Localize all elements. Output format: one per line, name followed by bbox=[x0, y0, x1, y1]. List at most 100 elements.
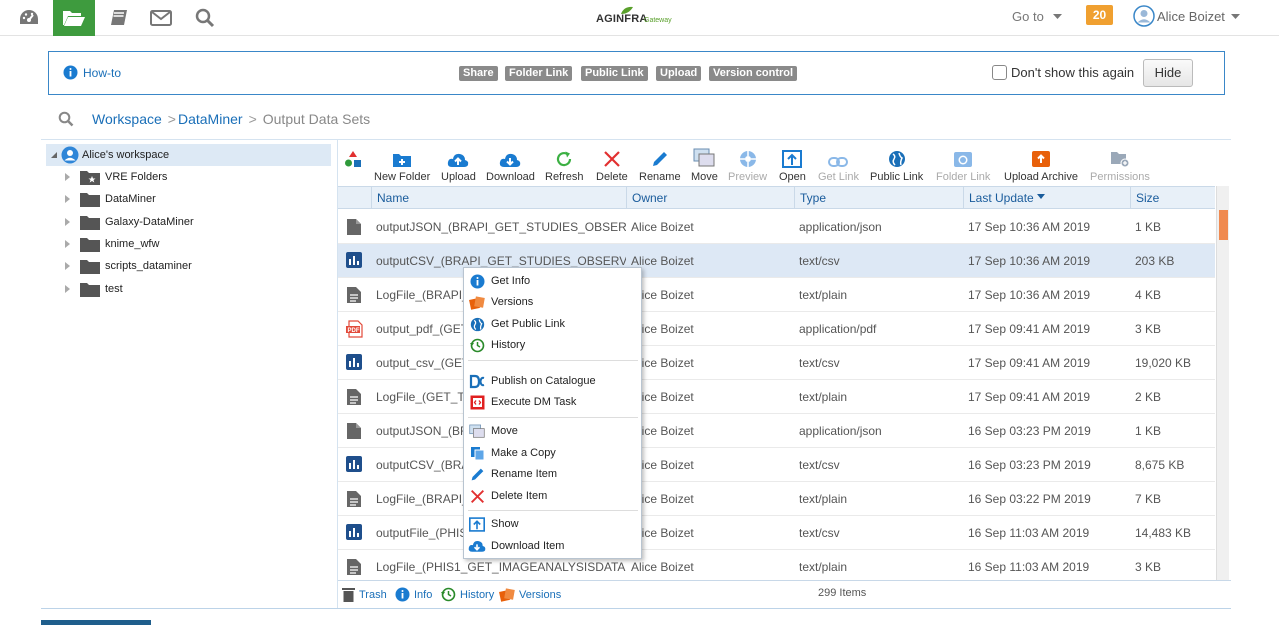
cell-type: text/csv bbox=[799, 356, 840, 370]
table-scrollbar[interactable] bbox=[1216, 186, 1229, 580]
breadcrumb-dataminer[interactable]: DataMiner bbox=[178, 111, 243, 127]
preview-button[interactable]: Preview bbox=[728, 144, 767, 183]
versions-icon bbox=[468, 295, 486, 310]
cell-type: application/json bbox=[799, 424, 882, 438]
notification-badge[interactable]: 20 bbox=[1086, 5, 1113, 25]
menu-item-download[interactable]: Download Item bbox=[468, 536, 638, 556]
menu-item-show[interactable]: Show bbox=[468, 514, 638, 534]
folder-link-button[interactable]: Folder Link bbox=[936, 144, 990, 183]
howto-tag-upload[interactable]: Upload bbox=[656, 66, 702, 81]
howto-tag-share[interactable]: Share bbox=[459, 66, 498, 81]
public-link-button[interactable]: Public Link bbox=[870, 144, 923, 183]
delete-button[interactable]: Delete bbox=[596, 144, 628, 183]
permissions-button[interactable]: Permissions bbox=[1090, 144, 1150, 183]
table-row[interactable]: outputJSON_(BRAPI_GET_STUDIES_OBSER... Al… bbox=[338, 210, 1215, 244]
search-icon[interactable] bbox=[58, 111, 74, 127]
upload-button[interactable]: Upload bbox=[441, 144, 476, 183]
book-icon[interactable] bbox=[98, 0, 140, 36]
chevron-down-icon[interactable] bbox=[1053, 14, 1062, 19]
tree-item-vre-folders[interactable]: VRE Folders bbox=[65, 167, 167, 187]
tree-item-scripts-dataminer[interactable]: scripts_dataminer bbox=[65, 256, 192, 276]
download-button[interactable]: Download bbox=[486, 144, 535, 183]
expand-triangle-icon[interactable] bbox=[65, 262, 70, 270]
hide-button[interactable]: Hide bbox=[1143, 59, 1193, 87]
howto-tag-folder-link[interactable]: Folder Link bbox=[505, 66, 573, 81]
expand-triangle-icon[interactable] bbox=[49, 150, 59, 160]
dashboard-icon[interactable] bbox=[8, 0, 50, 36]
menu-item-label: Execute DM Task bbox=[491, 396, 577, 408]
refresh-button[interactable]: Refresh bbox=[545, 144, 584, 183]
new-folder-button[interactable]: New Folder bbox=[374, 144, 430, 183]
menu-item-history[interactable]: History bbox=[468, 335, 638, 355]
tree-item-test[interactable]: test bbox=[65, 279, 123, 299]
cell-owner: Alice Boizet bbox=[631, 424, 694, 438]
menu-item-label: Move bbox=[491, 425, 518, 437]
user-name[interactable]: Alice Boizet bbox=[1157, 9, 1225, 24]
svg-text:PDF: PDF bbox=[348, 328, 360, 334]
info-label: Info bbox=[414, 588, 433, 601]
avatar[interactable] bbox=[1133, 5, 1155, 27]
menu-item-versions[interactable]: Versions bbox=[468, 292, 638, 312]
cell-updated: 17 Sep 09:41 AM 2019 bbox=[968, 356, 1091, 370]
shapes-button[interactable] bbox=[344, 144, 362, 168]
menu-item-delete[interactable]: Delete Item bbox=[468, 486, 638, 506]
breadcrumb-workspace[interactable]: Workspace bbox=[92, 111, 162, 127]
folder-open-icon[interactable] bbox=[53, 0, 95, 36]
rename-icon bbox=[651, 144, 669, 168]
goto-menu[interactable]: Go to bbox=[1012, 9, 1044, 24]
trash-button[interactable]: Trash bbox=[342, 587, 387, 602]
catalogue-icon bbox=[468, 374, 486, 389]
expand-triangle-icon[interactable] bbox=[65, 173, 70, 181]
menu-item-get-public-link[interactable]: Get Public Link bbox=[468, 314, 638, 334]
get-link-button[interactable]: Get Link bbox=[818, 144, 859, 183]
column-header-last-update[interactable]: Last Update bbox=[963, 187, 1130, 209]
cell-owner: Alice Boizet bbox=[631, 458, 694, 472]
tree-item-dataminer[interactable]: DataMiner bbox=[65, 189, 156, 209]
menu-item-make-copy[interactable]: Make a Copy bbox=[468, 443, 638, 463]
scrollbar-thumb[interactable] bbox=[1219, 210, 1228, 240]
expand-triangle-icon[interactable] bbox=[65, 240, 70, 248]
expand-triangle-icon[interactable] bbox=[65, 218, 70, 226]
cell-size: 14,483 KB bbox=[1135, 526, 1192, 540]
column-header-owner[interactable]: Owner bbox=[626, 187, 794, 209]
public-link-label: Public Link bbox=[870, 171, 924, 183]
mail-icon[interactable] bbox=[140, 0, 182, 36]
history-button[interactable]: History bbox=[441, 587, 494, 602]
expand-triangle-icon[interactable] bbox=[65, 195, 70, 203]
column-header-name[interactable]: Name bbox=[371, 187, 626, 209]
open-button[interactable]: Open bbox=[779, 144, 806, 183]
rename-button[interactable]: Rename bbox=[639, 144, 681, 183]
menu-item-rename[interactable]: Rename Item bbox=[468, 464, 638, 484]
dont-show-checkbox[interactable] bbox=[992, 65, 1007, 80]
dont-show-again-option[interactable]: Don't show this again bbox=[992, 65, 1134, 80]
menu-item-publish-catalogue[interactable]: Publish on Catalogue bbox=[468, 371, 638, 391]
tree-root-workspace[interactable]: Alice's workspace bbox=[46, 144, 331, 166]
upload-archive-button[interactable]: Upload Archive bbox=[1004, 144, 1078, 183]
upload-archive-label: Upload Archive bbox=[1004, 171, 1078, 183]
cell-type: text/plain bbox=[799, 288, 848, 302]
howto-link[interactable]: How-to bbox=[63, 65, 121, 80]
aginfra-logo[interactable]: AGINFRA Gateway bbox=[594, 6, 676, 30]
tree-item-label: knime_wfw bbox=[105, 238, 160, 250]
upload-icon bbox=[447, 144, 469, 168]
chevron-down-icon[interactable] bbox=[1231, 14, 1240, 19]
info-button[interactable]: Info bbox=[395, 587, 432, 602]
cell-type: application/pdf bbox=[799, 322, 877, 336]
versions-button[interactable]: Versions bbox=[499, 587, 561, 602]
howto-tag-version-control[interactable]: Version control bbox=[709, 66, 798, 81]
column-header-size[interactable]: Size bbox=[1130, 187, 1215, 209]
expand-triangle-icon[interactable] bbox=[65, 285, 70, 293]
tree-item-knime-wfw[interactable]: knime_wfw bbox=[65, 234, 159, 254]
menu-item-move[interactable]: Move bbox=[468, 421, 638, 441]
howto-tag-public-link[interactable]: Public Link bbox=[581, 66, 648, 81]
menu-item-execute-dm-task[interactable]: Execute DM Task bbox=[468, 392, 638, 412]
menu-item-get-info[interactable]: Get Info bbox=[468, 271, 638, 291]
search-icon[interactable] bbox=[184, 0, 226, 36]
menu-separator bbox=[468, 360, 638, 361]
get-link-label: Get Link bbox=[818, 171, 859, 183]
globe-icon bbox=[468, 317, 486, 332]
move-button[interactable]: Move bbox=[691, 144, 718, 183]
cell-type: application/json bbox=[799, 220, 882, 234]
column-header-type[interactable]: Type bbox=[794, 187, 963, 209]
tree-item-galaxy-dataminer[interactable]: Galaxy-DataMiner bbox=[65, 212, 194, 232]
